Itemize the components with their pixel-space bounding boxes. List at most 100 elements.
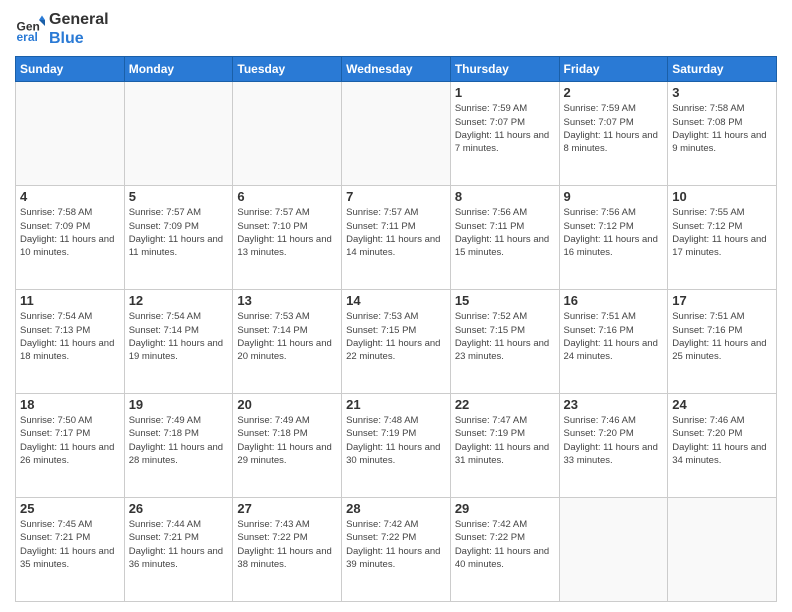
calendar-cell: 2 Sunrise: 7:59 AMSunset: 7:07 PMDaylight… bbox=[559, 82, 668, 186]
day-info: Sunrise: 7:44 AMSunset: 7:21 PMDaylight:… bbox=[129, 518, 229, 571]
day-number: 1 bbox=[455, 85, 555, 100]
day-info: Sunrise: 7:46 AMSunset: 7:20 PMDaylight:… bbox=[564, 414, 664, 467]
calendar-cell: 27 Sunrise: 7:43 AMSunset: 7:22 PMDayligh… bbox=[233, 498, 342, 602]
svg-text:eral: eral bbox=[17, 30, 38, 44]
calendar-cell: 3 Sunrise: 7:58 AMSunset: 7:08 PMDaylight… bbox=[668, 82, 777, 186]
day-number: 6 bbox=[237, 189, 337, 204]
week-row-2: 11 Sunrise: 7:54 AMSunset: 7:13 PMDayligh… bbox=[16, 290, 777, 394]
day-info: Sunrise: 7:46 AMSunset: 7:20 PMDaylight:… bbox=[672, 414, 772, 467]
day-number: 2 bbox=[564, 85, 664, 100]
calendar-cell: 17 Sunrise: 7:51 AMSunset: 7:16 PMDayligh… bbox=[668, 290, 777, 394]
day-number: 29 bbox=[455, 501, 555, 516]
calendar-cell: 19 Sunrise: 7:49 AMSunset: 7:18 PMDayligh… bbox=[124, 394, 233, 498]
calendar-cell: 20Sunrise: 7:49 AMSunset: 7:18 PMDayligh… bbox=[233, 394, 342, 498]
logo-text-blue: Blue bbox=[49, 29, 109, 48]
day-info: Sunrise: 7:42 AMSunset: 7:22 PMDaylight:… bbox=[346, 518, 446, 571]
calendar-cell: 26 Sunrise: 7:44 AMSunset: 7:21 PMDayligh… bbox=[124, 498, 233, 602]
header: Gen eral General Blue bbox=[15, 10, 777, 48]
calendar-cell: 16 Sunrise: 7:51 AMSunset: 7:16 PMDayligh… bbox=[559, 290, 668, 394]
calendar-cell: 5 Sunrise: 7:57 AMSunset: 7:09 PMDaylight… bbox=[124, 186, 233, 290]
calendar-cell: 22 Sunrise: 7:47 AMSunset: 7:19 PMDayligh… bbox=[450, 394, 559, 498]
calendar-cell: 25Sunrise: 7:45 AMSunset: 7:21 PMDayligh… bbox=[16, 498, 125, 602]
day-header-monday: Monday bbox=[124, 57, 233, 82]
week-row-4: 25Sunrise: 7:45 AMSunset: 7:21 PMDayligh… bbox=[16, 498, 777, 602]
day-number: 3 bbox=[672, 85, 772, 100]
logo-text-general: General bbox=[49, 10, 109, 29]
day-number: 16 bbox=[564, 293, 664, 308]
day-header-saturday: Saturday bbox=[668, 57, 777, 82]
calendar-cell: 29 Sunrise: 7:42 AMSunset: 7:22 PMDayligh… bbox=[450, 498, 559, 602]
day-info: Sunrise: 7:53 AMSunset: 7:15 PMDaylight:… bbox=[346, 310, 446, 363]
day-number: 23 bbox=[564, 397, 664, 412]
calendar-cell bbox=[16, 82, 125, 186]
day-number: 13 bbox=[237, 293, 337, 308]
calendar-cell: 21 Sunrise: 7:48 AMSunset: 7:19 PMDayligh… bbox=[342, 394, 451, 498]
day-info: Sunrise: 7:51 AMSunset: 7:16 PMDaylight:… bbox=[564, 310, 664, 363]
day-number: 8 bbox=[455, 189, 555, 204]
day-number: 21 bbox=[346, 397, 446, 412]
day-info: Sunrise: 7:58 AMSunset: 7:09 PMDaylight:… bbox=[20, 206, 120, 259]
day-info: Sunrise: 7:56 AMSunset: 7:11 PMDaylight:… bbox=[455, 206, 555, 259]
calendar-cell: 7 Sunrise: 7:57 AMSunset: 7:11 PMDaylight… bbox=[342, 186, 451, 290]
day-header-wednesday: Wednesday bbox=[342, 57, 451, 82]
day-info: Sunrise: 7:57 AMSunset: 7:09 PMDaylight:… bbox=[129, 206, 229, 259]
day-number: 27 bbox=[237, 501, 337, 516]
day-number: 25 bbox=[20, 501, 120, 516]
calendar-cell: 18 Sunrise: 7:50 AMSunset: 7:17 PMDayligh… bbox=[16, 394, 125, 498]
calendar-cell bbox=[124, 82, 233, 186]
calendar-cell: 10 Sunrise: 7:55 AMSunset: 7:12 PMDayligh… bbox=[668, 186, 777, 290]
calendar-cell bbox=[668, 498, 777, 602]
page: Gen eral General Blue SundayMondayTuesda… bbox=[0, 0, 792, 612]
day-info: Sunrise: 7:42 AMSunset: 7:22 PMDaylight:… bbox=[455, 518, 555, 571]
day-info: Sunrise: 7:43 AMSunset: 7:22 PMDaylight:… bbox=[237, 518, 337, 571]
calendar-cell: 13 Sunrise: 7:53 AMSunset: 7:14 PMDayligh… bbox=[233, 290, 342, 394]
week-row-3: 18 Sunrise: 7:50 AMSunset: 7:17 PMDayligh… bbox=[16, 394, 777, 498]
calendar-cell: 1 Sunrise: 7:59 AMSunset: 7:07 PMDaylight… bbox=[450, 82, 559, 186]
day-number: 5 bbox=[129, 189, 229, 204]
day-info: Sunrise: 7:54 AMSunset: 7:14 PMDaylight:… bbox=[129, 310, 229, 363]
day-number: 15 bbox=[455, 293, 555, 308]
day-info: Sunrise: 7:54 AMSunset: 7:13 PMDaylight:… bbox=[20, 310, 120, 363]
day-info: Sunrise: 7:52 AMSunset: 7:15 PMDaylight:… bbox=[455, 310, 555, 363]
calendar-cell: 9 Sunrise: 7:56 AMSunset: 7:12 PMDaylight… bbox=[559, 186, 668, 290]
calendar-cell: 14 Sunrise: 7:53 AMSunset: 7:15 PMDayligh… bbox=[342, 290, 451, 394]
day-number: 19 bbox=[129, 397, 229, 412]
day-info: Sunrise: 7:50 AMSunset: 7:17 PMDaylight:… bbox=[20, 414, 120, 467]
day-info: Sunrise: 7:57 AMSunset: 7:10 PMDaylight:… bbox=[237, 206, 337, 259]
day-number: 14 bbox=[346, 293, 446, 308]
calendar-cell: 4 Sunrise: 7:58 AMSunset: 7:09 PMDaylight… bbox=[16, 186, 125, 290]
day-number: 9 bbox=[564, 189, 664, 204]
calendar-cell bbox=[233, 82, 342, 186]
day-info: Sunrise: 7:58 AMSunset: 7:08 PMDaylight:… bbox=[672, 102, 772, 155]
day-info: Sunrise: 7:49 AMSunset: 7:18 PMDaylight:… bbox=[129, 414, 229, 467]
day-header-tuesday: Tuesday bbox=[233, 57, 342, 82]
day-number: 4 bbox=[20, 189, 120, 204]
day-header-thursday: Thursday bbox=[450, 57, 559, 82]
day-number: 22 bbox=[455, 397, 555, 412]
calendar-cell: 24 Sunrise: 7:46 AMSunset: 7:20 PMDayligh… bbox=[668, 394, 777, 498]
day-info: Sunrise: 7:53 AMSunset: 7:14 PMDaylight:… bbox=[237, 310, 337, 363]
day-number: 7 bbox=[346, 189, 446, 204]
day-info: Sunrise: 7:59 AMSunset: 7:07 PMDaylight:… bbox=[564, 102, 664, 155]
day-info: Sunrise: 7:47 AMSunset: 7:19 PMDaylight:… bbox=[455, 414, 555, 467]
day-number: 24 bbox=[672, 397, 772, 412]
day-info: Sunrise: 7:56 AMSunset: 7:12 PMDaylight:… bbox=[564, 206, 664, 259]
day-info: Sunrise: 7:51 AMSunset: 7:16 PMDaylight:… bbox=[672, 310, 772, 363]
day-number: 26 bbox=[129, 501, 229, 516]
calendar-cell bbox=[559, 498, 668, 602]
day-number: 12 bbox=[129, 293, 229, 308]
day-number: 18 bbox=[20, 397, 120, 412]
day-info: Sunrise: 7:59 AMSunset: 7:07 PMDaylight:… bbox=[455, 102, 555, 155]
day-info: Sunrise: 7:55 AMSunset: 7:12 PMDaylight:… bbox=[672, 206, 772, 259]
logo: Gen eral General Blue bbox=[15, 10, 109, 48]
day-info: Sunrise: 7:57 AMSunset: 7:11 PMDaylight:… bbox=[346, 206, 446, 259]
week-row-1: 4 Sunrise: 7:58 AMSunset: 7:09 PMDaylight… bbox=[16, 186, 777, 290]
day-number: 17 bbox=[672, 293, 772, 308]
day-header-friday: Friday bbox=[559, 57, 668, 82]
calendar-cell bbox=[342, 82, 451, 186]
day-number: 11 bbox=[20, 293, 120, 308]
day-number: 10 bbox=[672, 189, 772, 204]
calendar-cell: 23 Sunrise: 7:46 AMSunset: 7:20 PMDayligh… bbox=[559, 394, 668, 498]
day-info: Sunrise: 7:48 AMSunset: 7:19 PMDaylight:… bbox=[346, 414, 446, 467]
calendar-cell: 6 Sunrise: 7:57 AMSunset: 7:10 PMDaylight… bbox=[233, 186, 342, 290]
